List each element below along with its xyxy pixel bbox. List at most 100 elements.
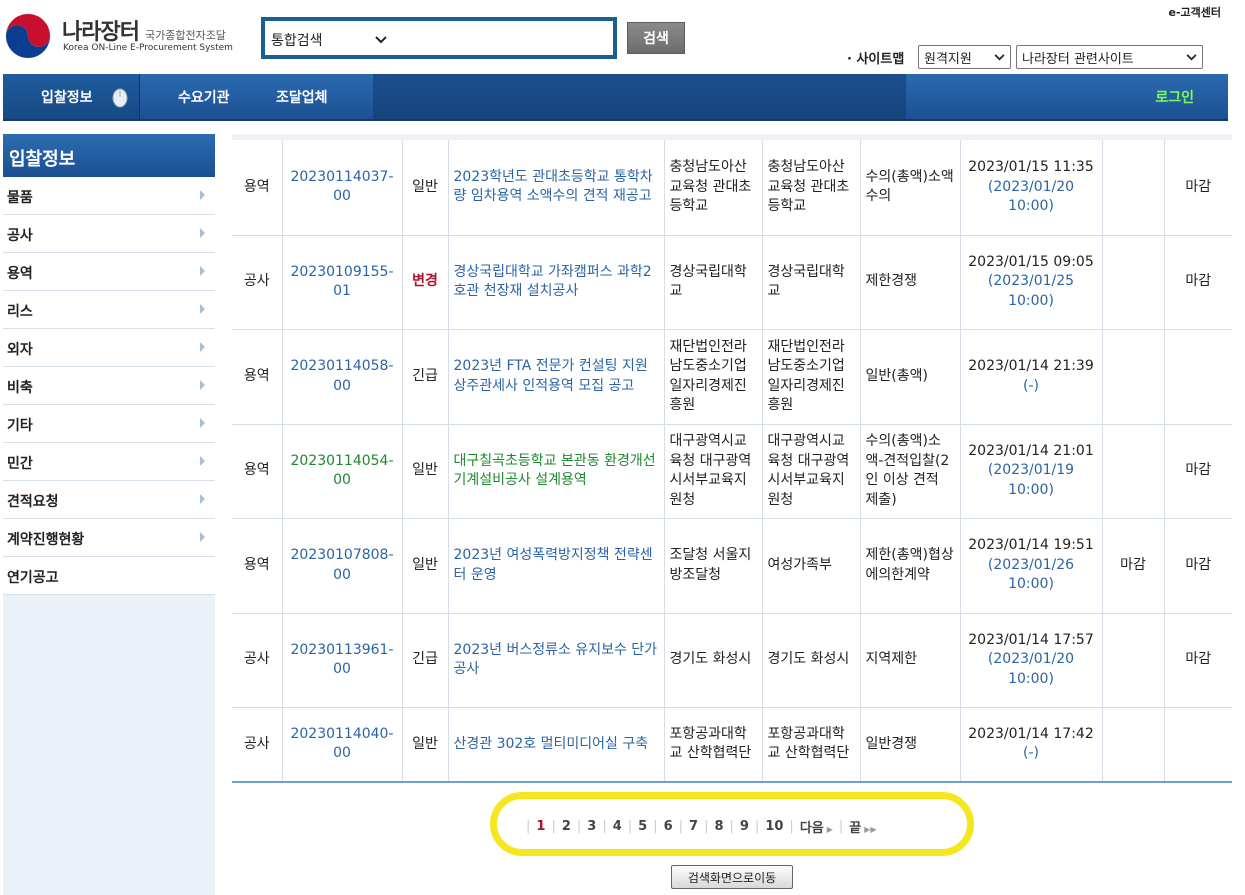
sidebar-item-etc[interactable]: 기타 (3, 405, 215, 443)
cell-extra (1102, 329, 1165, 424)
cell-demand-agency: 경기도 화성시 (762, 613, 861, 707)
last-page-link[interactable]: 끝 ▶▶ (849, 817, 876, 836)
page-link[interactable]: 8 (714, 819, 723, 834)
cell-title[interactable]: 경상국립대학교 가좌캠퍼스 과학2호관 천장재 설치공사 (448, 235, 665, 329)
related-sites-select[interactable]: 나라장터 관련사이트 (1016, 45, 1203, 69)
table-row[interactable]: 용역 20230114058-00 긴급 2023년 FTA 전문가 컨설팅 지… (232, 329, 1232, 424)
table-row[interactable]: 공사 20230114040-00 일반 산경관 302호 멀티미디어실 구축 … (232, 707, 1232, 782)
table-row[interactable]: 용역 20230107808-00 일반 2023년 여성폭력방지정책 전략센터… (232, 518, 1232, 613)
deadline-date: (2023/01/19 10:00) (987, 462, 1075, 498)
cell-date: 2023/01/14 21:01 (2023/01/19 10:00) (960, 424, 1103, 518)
sidebar-item-service[interactable]: 용역 (3, 253, 215, 291)
cell-type: 일반 (402, 707, 449, 782)
table-row[interactable]: 용역 20230114054-00 일반 대구칠곡초등학교 본관동 환경개선 기… (232, 424, 1232, 518)
cell-bid-number[interactable]: 20230114058-00 (282, 329, 403, 424)
page-link[interactable]: 10 (765, 819, 783, 834)
posted-date: 2023/01/14 17:42 (968, 725, 1094, 742)
page-link-current[interactable]: 1 (536, 819, 545, 834)
page-link[interactable]: 4 (613, 819, 622, 834)
cell-bid-number[interactable]: 20230107808-00 (282, 518, 403, 613)
cell-extra (1102, 707, 1165, 782)
page-link[interactable]: 9 (740, 819, 749, 834)
table-row[interactable]: 공사 20230109155-01 변경 경상국립대학교 가좌캠퍼스 과학2호관… (232, 235, 1232, 329)
cell-extra: 마감 (1102, 518, 1165, 613)
nav-item-supplier[interactable]: 조달업체 (276, 87, 328, 107)
cell-method: 제한(총액)협상에의한계약 (860, 518, 961, 613)
remote-support-select[interactable]: 원격지원 (918, 45, 1011, 69)
search-button[interactable]: 검색 (627, 22, 685, 54)
sidebar-item-label: 계약진행현황 (7, 532, 85, 548)
sidebar-item-private[interactable]: 민간 (3, 443, 215, 481)
sidebar-item-foreign[interactable]: 외자 (3, 329, 215, 367)
page-link[interactable]: 2 (562, 819, 571, 834)
cell-agency: 경상국립대학교 (664, 235, 763, 329)
deadline-date: (-) (1023, 745, 1039, 762)
page-link[interactable]: 3 (587, 819, 596, 834)
site-logo[interactable]: 나라장터 국가종합전자조달 Korea ON-Line E-Procurement… (4, 12, 254, 62)
sidebar-item-quote-request[interactable]: 견적요청 (3, 481, 215, 519)
sidebar-item-goods[interactable]: 물품 (3, 177, 215, 215)
last-label: 끝 (849, 820, 862, 836)
logo-english: Korea ON-Line E-Procurement System (63, 43, 233, 53)
cell-method: 제한경쟁 (860, 235, 961, 329)
deadline-date: (2023/01/26 10:00) (987, 556, 1075, 593)
sidebar-title: 입찰정보 (3, 134, 215, 177)
sitemap-link[interactable]: · 사이트맵 (847, 48, 904, 67)
cell-extra (1102, 424, 1165, 518)
cell-title[interactable]: 2023년 여성폭력방지정책 전략센터 운영 (448, 518, 665, 613)
cell-demand-agency: 재단법인전라남도중소기업일자리경제진흥원 (762, 329, 861, 424)
next-page-link[interactable]: 다음 ▶ (800, 817, 833, 836)
cell-type: 변경 (402, 235, 449, 329)
cell-date: 2023/01/14 19:51 (2023/01/26 10:00) (960, 518, 1103, 613)
cell-demand-agency: 충청남도아산교육청 관대초등학교 (762, 140, 861, 235)
sidebar-item-postponed[interactable]: 연기공고 (3, 557, 215, 595)
cell-bid-number[interactable]: 20230114054-00 (282, 424, 403, 518)
cell-type: 일반 (402, 140, 449, 235)
sidebar-item-lease[interactable]: 리스 (3, 291, 215, 329)
cell-bid-number[interactable]: 20230114037-00 (282, 140, 403, 235)
cell-agency: 경기도 화성시 (664, 613, 763, 707)
cell-bid-number[interactable]: 20230113961-00 (282, 613, 403, 707)
cell-date: 2023/01/14 17:42 (-) (960, 707, 1103, 782)
double-triangle-right-icon: ▶▶ (864, 824, 877, 834)
posted-date: 2023/01/14 21:01 (968, 442, 1094, 459)
posted-date: 2023/01/14 17:57 (968, 631, 1094, 648)
search-box[interactable]: 통합검색 (261, 17, 617, 59)
sidebar-item-label: 외자 (7, 342, 33, 358)
cell-title[interactable]: 2023학년도 관대초등학교 통학차량 임차용역 소액수의 견적 재공고 (448, 140, 665, 235)
taegeuk-emblem-icon (5, 13, 51, 59)
sidebar-item-stockpile[interactable]: 비축 (3, 367, 215, 405)
arrow-right-icon (200, 456, 205, 466)
cell-bid-number[interactable]: 20230109155-01 (282, 235, 403, 329)
table-row[interactable]: 용역 20230114037-00 일반 2023학년도 관대초등학교 통학차량… (232, 140, 1232, 235)
cell-title[interactable]: 산경관 302호 멀티미디어실 구축 (448, 707, 665, 782)
cell-title[interactable]: 대구칠곡초등학교 본관동 환경개선 기계설비공사 설계용역 (448, 424, 665, 518)
back-to-search-button[interactable]: 검색화면으로이동 (671, 865, 793, 889)
sidebar-item-contract-status[interactable]: 계약진행현황 (3, 519, 215, 557)
cell-bid-number[interactable]: 20230114040-00 (282, 707, 403, 782)
cell-title[interactable]: 2023년 버스정류소 유지보수 단가공사 (448, 613, 665, 707)
results-area: 용역 20230114037-00 일반 2023학년도 관대초등학교 통학차량… (232, 134, 1232, 783)
posted-date: 2023/01/14 19:51 (968, 537, 1094, 554)
cell-agency: 포항공과대학교 산학협력단 (664, 707, 763, 782)
cell-category: 용역 (232, 518, 283, 613)
page-link[interactable]: 7 (689, 819, 698, 834)
sidebar-item-label: 리스 (7, 304, 33, 320)
sidebar-item-label: 물품 (7, 190, 33, 206)
cell-date: 2023/01/15 09:05 (2023/01/25 10:00) (960, 235, 1103, 329)
search-scope-select[interactable]: 통합검색 (271, 29, 387, 51)
login-link[interactable]: 로그인 (1155, 87, 1194, 107)
nav-item-bid-info[interactable]: 입찰정보 (41, 87, 93, 107)
customer-center-link[interactable]: e-고객센터 (1168, 4, 1221, 20)
page-link[interactable]: 5 (638, 819, 647, 834)
table-row[interactable]: 공사 20230113961-00 긴급 2023년 버스정류소 유지보수 단가… (232, 613, 1232, 707)
cell-demand-agency: 대구광역시교육청 대구광역시서부교육지원청 (762, 424, 861, 518)
nav-item-demand-agency[interactable]: 수요기관 (178, 87, 230, 107)
cell-title[interactable]: 2023년 FTA 전문가 컨설팅 지원 상주관세사 인적용역 모집 공고 (448, 329, 665, 424)
logo-title: 나라장터 (62, 20, 140, 45)
deadline-date: (-) (1023, 377, 1039, 394)
page-link[interactable]: 6 (664, 819, 673, 834)
sidebar-item-label: 연기공고 (7, 570, 59, 586)
sidebar-item-construction[interactable]: 공사 (3, 215, 215, 253)
cell-extra (1102, 140, 1165, 235)
